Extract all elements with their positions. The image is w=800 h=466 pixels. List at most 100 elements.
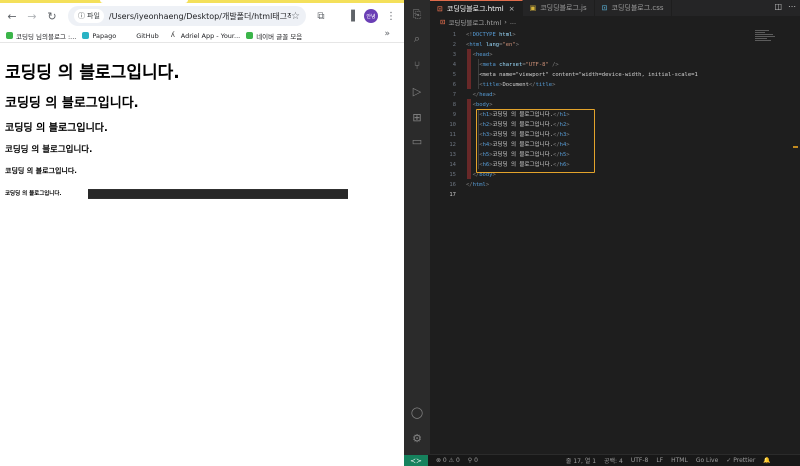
- explorer-icon[interactable]: ⎘: [410, 8, 424, 22]
- highlight-annotation-box: [476, 109, 595, 173]
- tab-label: 코딩딩블로그.css: [611, 4, 664, 12]
- tab-strip: [0, 0, 404, 3]
- bookmark-item[interactable]: 네이버 글꼴 모음: [246, 31, 302, 41]
- bookmarks-bar: 코딩딩 님의블로그 :... Papago GitHub ʎ Adriel App…: [0, 29, 404, 43]
- line-number: 16: [449, 182, 456, 188]
- line-number: 7: [452, 92, 456, 98]
- line-number: 9: [452, 112, 456, 118]
- code-line[interactable]: <!DOCTYPE html>: [466, 30, 516, 40]
- bookmark-label: Papago: [92, 31, 117, 40]
- extensions-icon[interactable]: ⊞: [410, 110, 424, 124]
- bookmark-label: GitHub: [136, 31, 159, 40]
- site-info-label: 파일: [87, 12, 100, 20]
- bookmark-label: Adriel App - Your...: [180, 31, 241, 40]
- heading-h3: 코딩딩 의 블로그입니다.: [5, 123, 108, 134]
- minimap[interactable]: [755, 30, 777, 50]
- code-line[interactable]: <meta name="viewport" content="width=dev…: [466, 70, 698, 80]
- breadcrumb-node[interactable]: ...: [510, 18, 516, 26]
- search-icon[interactable]: ⌕: [410, 32, 424, 46]
- language-mode[interactable]: HTML: [671, 457, 688, 464]
- reload-icon[interactable]: ↻: [44, 8, 60, 24]
- problems-count[interactable]: ⊗ 0 ⚠ 0: [436, 457, 460, 464]
- line-number: 1: [452, 32, 456, 38]
- screen: ← → ↻ ⓘ 파일 /Users/iyeonhaeng/Desktop/개발폴…: [0, 0, 800, 466]
- html-file-icon: ⊡: [437, 4, 443, 13]
- bookmark-item[interactable]: ʎ Adriel App - Your...: [170, 31, 241, 40]
- favicon-icon: [82, 32, 90, 39]
- bookmark-item[interactable]: GitHub: [136, 32, 159, 40]
- favicon-icon: [246, 32, 254, 39]
- code-line[interactable]: <meta charset="UTF-8" />: [466, 60, 559, 70]
- code-line[interactable]: <head>: [466, 50, 493, 60]
- bookmark-item[interactable]: 코딩딩 님의블로그 :...: [6, 31, 76, 41]
- more-actions-icon[interactable]: ⋯: [788, 2, 796, 11]
- bookmark-label: 네이버 글꼴 모음: [256, 32, 303, 41]
- split-editor-icon[interactable]: ◫: [774, 2, 782, 11]
- notifications-bell-icon[interactable]: 🔔: [763, 457, 770, 464]
- line-number: 8: [452, 102, 456, 108]
- end-of-line[interactable]: LF: [656, 457, 663, 464]
- source-control-icon[interactable]: ⑂: [410, 58, 424, 72]
- cursor-position[interactable]: 줄 17, 열 1: [566, 456, 596, 465]
- indentation[interactable]: 공백: 4: [604, 456, 623, 465]
- tab-html[interactable]: ⊡ 코딩딩블로그.html ×: [430, 0, 523, 16]
- line-number: 3: [452, 52, 456, 58]
- back-arrow-icon[interactable]: ←: [4, 8, 20, 24]
- bookmark-label: 코딩딩 님의블로그 :...: [16, 32, 77, 41]
- activity-bar: ⎘ ⌕ ⑂ ▷ ⊞ ▭ ◯ ⚙: [404, 0, 430, 454]
- extensions-icon[interactable]: ⧉: [314, 8, 328, 24]
- tab-css[interactable]: ⊡ 코딩딩블로그.css: [595, 0, 672, 16]
- line-number: 11: [449, 132, 456, 138]
- ports-count[interactable]: ⚲ 0: [468, 457, 478, 464]
- bookmark-item[interactable]: Papago: [82, 32, 116, 40]
- close-icon[interactable]: ×: [509, 5, 515, 13]
- tab-js[interactable]: ▣ 코딩딩블로그.js: [523, 0, 595, 16]
- adriel-icon: ʎ: [170, 32, 178, 39]
- code-line[interactable]: <html lang="en">: [466, 40, 519, 50]
- breadcrumb: ⊡ 코딩딩블로그.html › ...: [430, 16, 800, 28]
- remote-indicator-icon[interactable]: ≺≻: [404, 454, 428, 466]
- line-number: 6: [452, 82, 456, 88]
- forward-arrow-icon[interactable]: →: [24, 8, 40, 24]
- line-number: 12: [449, 142, 456, 148]
- more-bookmarks-icon[interactable]: »: [384, 29, 390, 39]
- status-bar: ≺≻ ⊗ 0 ⚠ 0 ⚲ 0 줄 17, 열 1 공백: 4 UTF-8 LF …: [404, 454, 800, 466]
- heading-h4: 코딩딩 의 블로그입니다.: [5, 145, 93, 155]
- bookmark-star-icon[interactable]: ☆: [291, 11, 300, 22]
- line-number: 10: [449, 122, 456, 128]
- js-file-icon: ▣: [529, 4, 537, 12]
- heading-h5: 코딩딩 의 블로그입니다.: [5, 167, 77, 175]
- browser-window: ← → ↻ ⓘ 파일 /Users/iyeonhaeng/Desktop/개발폴…: [0, 0, 404, 466]
- line-number: 4: [452, 62, 456, 68]
- side-panel-icon[interactable]: ▐: [344, 8, 358, 24]
- line-number: 5: [452, 72, 456, 78]
- line-number: 17: [449, 192, 456, 198]
- profile-avatar[interactable]: 안녕: [364, 9, 378, 23]
- line-number: 14: [449, 162, 456, 168]
- menu-kebab-icon[interactable]: ⋮: [386, 8, 396, 24]
- html-file-icon: ⊡: [440, 18, 446, 26]
- breadcrumb-file[interactable]: 코딩딩블로그.html: [448, 17, 501, 27]
- favicon-icon: [6, 32, 13, 39]
- heading-h6: 코딩딩 의 블로그입니다.: [5, 191, 62, 197]
- prettier-status[interactable]: ✓ Prettier: [726, 457, 755, 464]
- line-number: 13: [449, 152, 456, 158]
- heading-h1: 코딩딩 의 블로그입니다.: [5, 63, 180, 83]
- scrollbar-marker: [793, 146, 798, 148]
- code-line[interactable]: </html>: [466, 180, 489, 190]
- encoding[interactable]: UTF-8: [631, 457, 649, 464]
- run-debug-icon[interactable]: ▷: [410, 84, 424, 98]
- url-text[interactable]: /Users/iyeonhaeng/Desktop/개발폴더/html태그적..…: [109, 11, 291, 22]
- settings-gear-icon[interactable]: ⚙: [410, 431, 424, 445]
- line-number: 2: [452, 42, 456, 48]
- breadcrumb-separator: ›: [504, 18, 507, 26]
- address-bar[interactable]: ⓘ 파일 /Users/iyeonhaeng/Desktop/개발폴더/html…: [68, 6, 306, 26]
- code-line[interactable]: <title>Document</title>: [466, 80, 555, 90]
- account-icon[interactable]: ◯: [410, 405, 424, 419]
- remote-explorer-icon[interactable]: ▭: [410, 134, 424, 148]
- site-info-chip[interactable]: ⓘ 파일: [74, 9, 104, 23]
- tab-label: 코딩딩블로그.html: [446, 4, 504, 13]
- info-icon: ⓘ: [78, 12, 85, 20]
- go-live-button[interactable]: Go Live: [696, 457, 718, 464]
- code-line[interactable]: </head>: [466, 90, 496, 100]
